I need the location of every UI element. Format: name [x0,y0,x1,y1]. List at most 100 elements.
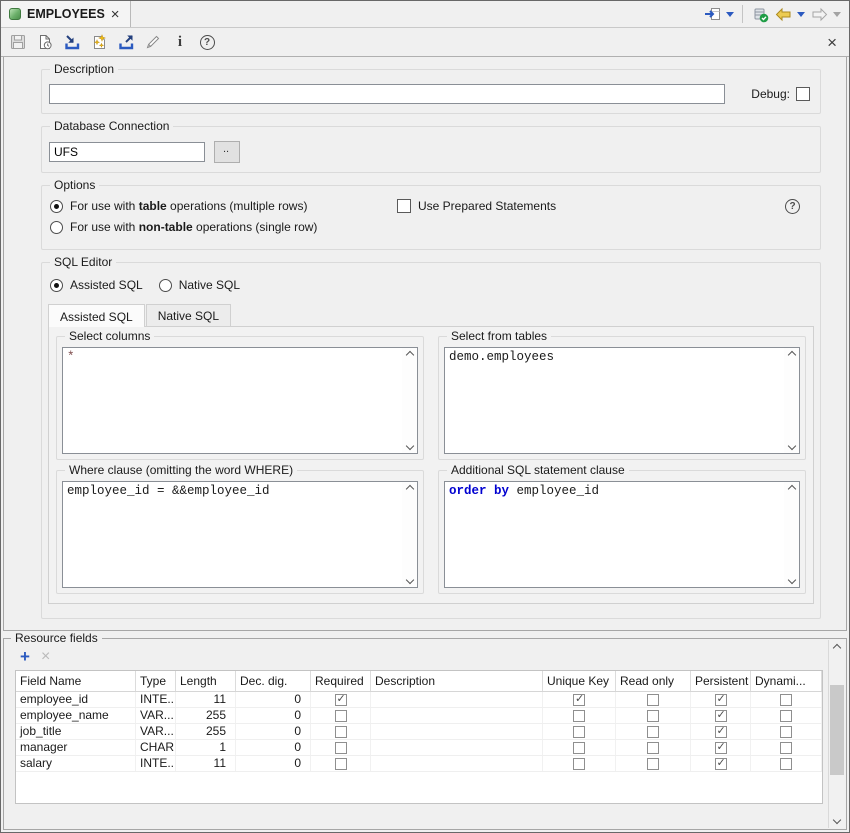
where-clause-editor[interactable]: employee_id = &&employee_id [62,481,418,588]
unique-key-checkbox[interactable] [573,758,585,770]
save-icon[interactable] [9,33,27,51]
read-only-checkbox[interactable] [647,710,659,722]
scroll-down-icon[interactable] [405,576,413,584]
column-header[interactable]: Length [176,671,236,691]
scroll-down-icon[interactable] [787,442,795,450]
column-header[interactable]: Read only [616,671,691,691]
required-checkbox[interactable] [335,726,347,738]
column-header[interactable]: Type [136,671,176,691]
column-header[interactable]: Dynami... [751,671,822,691]
debug-checkbox[interactable] [796,87,810,101]
persistent-checkbox[interactable] [715,742,727,754]
scroll-up-icon[interactable] [405,485,413,493]
select-from-tables-editor[interactable]: demo.employees [444,347,800,454]
tab-close-icon[interactable]: × [111,7,120,22]
radio-native-sql[interactable]: Native SQL [159,278,240,292]
sql-text[interactable]: order by employee_id [445,482,784,587]
unique-key-checkbox[interactable] [573,726,585,738]
dynamic-checkbox[interactable] [780,758,792,770]
panel-scrollbar[interactable] [828,640,845,828]
sql-text[interactable]: demo.employees [445,348,784,453]
sql-text[interactable]: employee_id = &&employee_id [63,482,402,587]
close-editor-icon[interactable]: × [827,34,837,51]
edit-pencil-icon[interactable] [144,33,162,51]
dynamic-checkbox[interactable] [780,742,792,754]
read-only-checkbox[interactable] [647,694,659,706]
persistent-checkbox[interactable] [715,726,727,738]
scroll-up-icon[interactable] [787,351,795,359]
remove-field-button[interactable]: × [41,650,50,664]
scroll-up-icon[interactable] [787,485,795,493]
table-import-icon[interactable] [703,6,721,23]
scrollbar[interactable] [784,348,799,453]
radio-assisted-sql[interactable]: Assisted SQL [50,278,143,292]
back-icon[interactable] [774,6,792,23]
additional-clause-editor[interactable]: order by employee_id [444,481,800,588]
read-only-checkbox[interactable] [647,742,659,754]
persistent-checkbox[interactable] [715,710,727,722]
scroll-down-icon[interactable] [833,816,841,824]
use-prepared-statements[interactable]: Use Prepared Statements [397,199,556,213]
column-header[interactable]: Persistent [691,671,751,691]
toolbar-separator [742,5,743,23]
scroll-down-icon[interactable] [405,442,413,450]
scrollbar[interactable] [402,482,417,587]
database-connection-input[interactable] [49,142,205,162]
required-checkbox[interactable] [335,742,347,754]
persistent-checkbox[interactable] [715,694,727,706]
radio-icon[interactable] [159,279,172,292]
dynamic-checkbox[interactable] [780,710,792,722]
dropdown-icon[interactable] [726,12,734,17]
column-header[interactable]: Unique Key [543,671,616,691]
info-icon[interactable]: i [171,33,189,51]
radio-non-table-operations[interactable]: For use with non-table operations (singl… [50,220,810,234]
required-checkbox[interactable] [335,694,347,706]
scrollbar[interactable] [784,482,799,587]
help-icon[interactable]: ? [198,33,216,51]
options-help-icon[interactable]: ? [785,199,800,214]
dropdown-icon[interactable] [797,12,805,17]
radio-icon[interactable] [50,279,63,292]
scroll-up-icon[interactable] [833,644,841,652]
scrollbar[interactable] [402,348,417,453]
table-row[interactable]: employee_idINTE...110 [16,692,822,708]
table-row[interactable]: employee_nameVAR...2550 [16,708,822,724]
checkbox-cell [311,756,371,771]
radio-icon[interactable] [50,200,63,213]
validate-document-icon[interactable] [36,33,54,51]
export-icon[interactable] [117,33,135,51]
scrollbar-thumb[interactable] [830,685,844,775]
radio-icon[interactable] [50,221,63,234]
tab-employees[interactable]: EMPLOYEES × [1,1,131,27]
database-check-icon[interactable] [751,6,769,23]
table-row[interactable]: managerCHAR10 [16,740,822,756]
unique-key-checkbox[interactable] [573,742,585,754]
sql-text[interactable]: * [63,348,402,453]
scroll-down-icon[interactable] [787,576,795,584]
read-only-checkbox[interactable] [647,726,659,738]
browse-connection-button[interactable]: .. [214,141,240,163]
dynamic-checkbox[interactable] [780,726,792,738]
column-header[interactable]: Description [371,671,543,691]
scroll-up-icon[interactable] [405,351,413,359]
tab-assisted-sql[interactable]: Assisted SQL [48,304,145,327]
unique-key-checkbox[interactable] [573,694,585,706]
dynamic-checkbox[interactable] [780,694,792,706]
table-row[interactable]: job_titleVAR...2550 [16,724,822,740]
unique-key-checkbox[interactable] [573,710,585,722]
required-checkbox[interactable] [335,758,347,770]
table-row[interactable]: salaryINTE...110 [16,756,822,772]
persistent-checkbox[interactable] [715,758,727,770]
column-header[interactable]: Required [311,671,371,691]
add-field-button[interactable]: + [20,650,30,664]
description-input[interactable] [49,84,725,104]
tab-native-sql[interactable]: Native SQL [146,304,231,326]
column-header[interactable]: Dec. dig. [236,671,311,691]
wizard-icon[interactable] [90,33,108,51]
required-checkbox[interactable] [335,710,347,722]
select-columns-editor[interactable]: * [62,347,418,454]
column-header[interactable]: Field Name [16,671,136,691]
import-icon[interactable] [63,33,81,51]
read-only-checkbox[interactable] [647,758,659,770]
prepared-statements-checkbox[interactable] [397,199,411,213]
